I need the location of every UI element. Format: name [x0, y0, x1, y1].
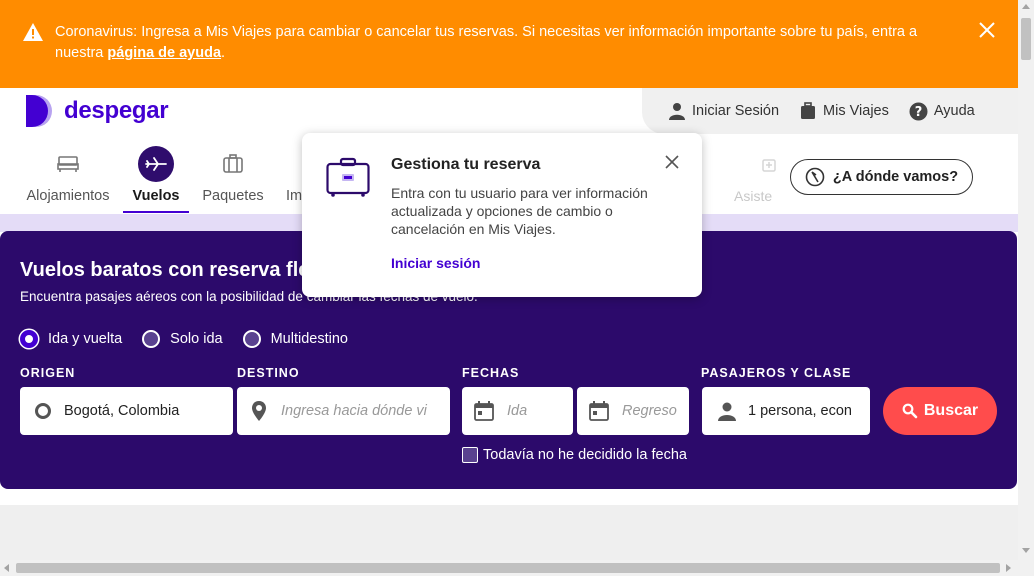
- person-icon: [718, 402, 736, 421]
- plane-icon: [138, 146, 174, 182]
- popover-title: Gestiona tu reserva: [391, 156, 541, 173]
- tab-asistencia[interactable]: Asiste: [734, 188, 772, 204]
- dates-label: FECHAS: [462, 366, 520, 380]
- undecided-date-checkbox[interactable]: Todavía no he decidido la fecha: [462, 447, 687, 463]
- passengers-label: PASAJEROS Y CLASE: [701, 366, 852, 380]
- passengers-input[interactable]: 1 persona, econ: [702, 387, 870, 435]
- radio-round-trip[interactable]: Ida y vuelta: [20, 330, 122, 348]
- radio-round-trip-indicator: [20, 330, 38, 348]
- origin-label: ORIGEN: [20, 366, 76, 380]
- tab-alojamientos[interactable]: Alojamientos: [24, 146, 112, 204]
- active-tab-indicator: [123, 211, 189, 213]
- radio-round-trip-label: Ida y vuelta: [48, 331, 123, 347]
- tab-alojamientos-label: Alojamientos: [26, 188, 110, 204]
- destination-placeholder: Ingresa hacia dónde vi: [281, 403, 427, 419]
- tab-paquetes-label: Paquetes: [202, 188, 264, 204]
- search-button-label: Buscar: [923, 402, 979, 419]
- my-trips-link[interactable]: Mis Viajes: [799, 102, 889, 120]
- radio-multi-destination-label: Multidestino: [270, 331, 348, 347]
- vertical-scrollbar[interactable]: [1018, 0, 1034, 576]
- scroll-left-arrow-icon[interactable]: [4, 564, 9, 572]
- search-icon: [902, 403, 918, 419]
- logo-text: despegar: [64, 97, 169, 124]
- popover-login-link[interactable]: Iniciar sesión: [391, 255, 480, 271]
- vertical-scroll-thumb[interactable]: [1021, 18, 1031, 60]
- banner-message-end: .: [221, 45, 226, 61]
- svg-text:?: ?: [915, 105, 923, 120]
- suitcase-icon: [801, 102, 816, 119]
- calendar-icon: [474, 401, 494, 421]
- compass-icon: [805, 167, 825, 187]
- suitcase-icon: [326, 157, 370, 197]
- radio-one-way-label: Solo ida: [170, 331, 223, 347]
- login-label: Iniciar Sesión: [692, 103, 780, 119]
- tab-vuelos[interactable]: Vuelos: [123, 146, 189, 204]
- depart-date-placeholder: Ida: [507, 403, 528, 419]
- origin-value: Bogotá, Colombia: [64, 403, 180, 419]
- logo-mark-icon: [26, 95, 52, 127]
- covid-alert-banner: Coronavirus: Ingresa a Mis Viajes para c…: [0, 0, 1018, 88]
- return-date-placeholder: Regreso: [622, 403, 677, 419]
- search-title: Vuelos baratos con reserva fle: [20, 259, 310, 281]
- destination-label: DESTINO: [237, 366, 300, 380]
- login-link[interactable]: Iniciar Sesión: [668, 102, 779, 120]
- content-background: [0, 505, 1018, 560]
- close-icon[interactable]: [664, 154, 680, 170]
- undecided-label: Todavía no he decidido la fecha: [483, 447, 687, 463]
- where-to-go-button[interactable]: ¿A dónde vamos?: [790, 159, 973, 195]
- tab-vuelos-label: Vuelos: [132, 188, 180, 204]
- popover-body: Entra con tu usuario para ver informació…: [391, 185, 648, 237]
- radio-one-way-indicator: [142, 330, 161, 348]
- return-date-input[interactable]: Regreso: [577, 387, 689, 435]
- help-link[interactable]: ? Ayuda: [909, 102, 975, 121]
- horizontal-scroll-thumb[interactable]: [16, 563, 1000, 573]
- destination-input[interactable]: Ingresa hacia dónde vi: [237, 387, 450, 435]
- page: Coronavirus: Ingresa a Mis Viajes para c…: [0, 0, 1034, 576]
- user-icon: [669, 103, 685, 120]
- scroll-down-arrow-icon[interactable]: [1022, 548, 1030, 553]
- search-button[interactable]: Buscar: [883, 387, 997, 435]
- close-icon[interactable]: [977, 20, 997, 40]
- where-to-go-label: ¿A dónde vamos?: [832, 169, 959, 185]
- my-trips-label: Mis Viajes: [823, 103, 889, 119]
- undecided-checkbox-box: [462, 447, 478, 463]
- tab-partial-label: Im: [286, 188, 303, 204]
- help-icon: ?: [909, 102, 928, 120]
- help-label: Ayuda: [933, 103, 975, 119]
- tab-paquetes[interactable]: Paquetes: [197, 146, 269, 204]
- banner-text: Coronavirus: Ingresa a Mis Viajes para c…: [55, 22, 955, 64]
- radio-one-way[interactable]: Solo ida: [142, 330, 223, 348]
- scroll-up-arrow-icon[interactable]: [1022, 4, 1030, 9]
- trip-type-selector: Ida y vuelta Solo ida Multidestino: [20, 330, 368, 348]
- scroll-right-arrow-icon[interactable]: [1006, 564, 1011, 572]
- passengers-value: 1 persona, econ: [748, 403, 852, 419]
- user-bar: Iniciar Sesión Mis Viajes ? Ayuda: [642, 88, 1018, 134]
- warning-icon: [23, 23, 43, 41]
- origin-circle-icon: [35, 403, 51, 419]
- horizontal-scrollbar[interactable]: [0, 560, 1018, 576]
- depart-date-input[interactable]: Ida: [462, 387, 573, 435]
- origin-input[interactable]: Bogotá, Colombia: [20, 387, 233, 435]
- radio-multi-destination-indicator: [242, 330, 261, 348]
- despegar-logo[interactable]: despegar: [24, 94, 169, 128]
- bed-icon: [50, 146, 86, 182]
- assistance-icon: [762, 159, 776, 172]
- luggage-icon: [215, 146, 251, 182]
- calendar-icon: [589, 401, 609, 421]
- help-page-link[interactable]: página de ayuda: [107, 45, 221, 61]
- manage-booking-popover: Gestiona tu reserva Entra con tu usuario…: [302, 133, 702, 297]
- location-pin-icon: [252, 401, 266, 421]
- radio-multi-destination[interactable]: Multidestino: [242, 330, 348, 348]
